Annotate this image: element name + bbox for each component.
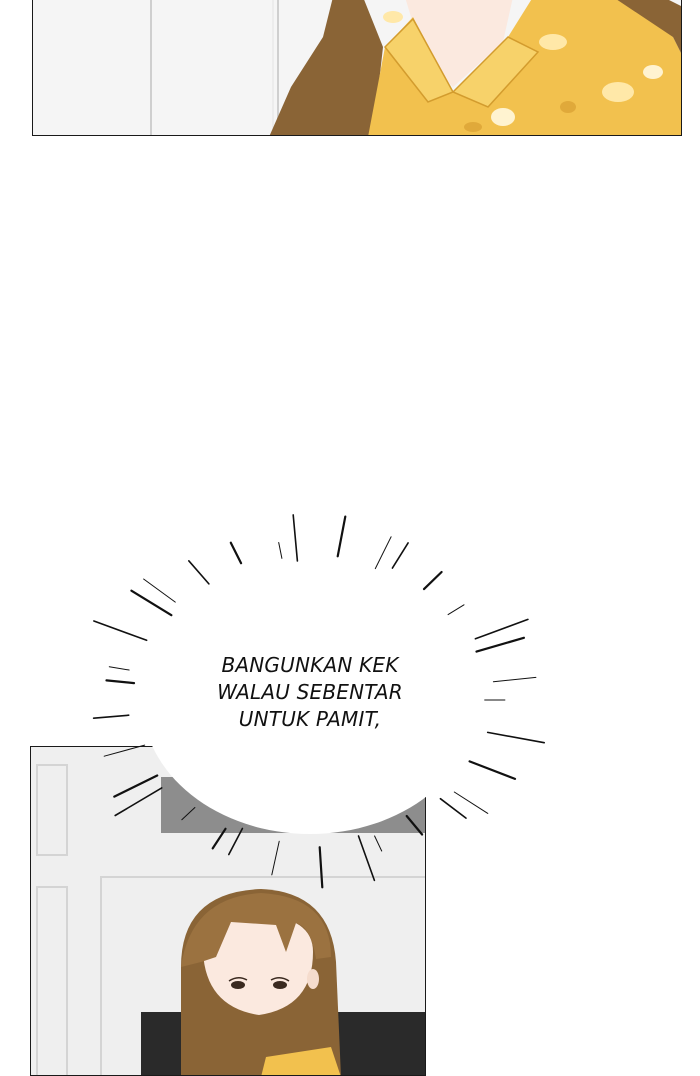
speech-bubble-text: BANGUNKAN KEK WALAU SEBENTAR UNTUK PAMIT… (190, 652, 430, 733)
burst-line (474, 618, 529, 640)
burst-line (336, 515, 347, 558)
burst-line (181, 807, 196, 821)
burst-line (211, 827, 227, 850)
burst-line (391, 542, 409, 569)
burst-line (92, 714, 130, 720)
speech-line-3: UNTUK PAMIT, (238, 707, 382, 731)
burst-line (105, 679, 136, 685)
burst-line (103, 744, 146, 757)
burst-line (439, 797, 467, 819)
burst-line (278, 542, 283, 559)
burst-line (374, 835, 383, 852)
burst-line (143, 578, 176, 603)
burst-line (113, 774, 159, 798)
burst-line (292, 514, 299, 562)
burst-line (405, 814, 424, 836)
burst-line (453, 791, 489, 814)
speech-line-1: BANGUNKAN KEK (221, 653, 399, 677)
burst-line (318, 846, 324, 889)
burst-line (271, 840, 280, 876)
burst-line (108, 666, 130, 671)
burst-line (468, 760, 517, 781)
burst-line (357, 835, 376, 882)
burst-line (228, 827, 244, 856)
burst-line (93, 620, 148, 642)
burst-line (492, 676, 537, 683)
burst-line (374, 536, 392, 570)
burst-line (475, 636, 526, 653)
burst-line (447, 604, 465, 616)
burst-line (422, 570, 443, 591)
speech-burst (92, 514, 546, 889)
burst-line (188, 559, 210, 585)
burst-line (229, 541, 243, 565)
speech-line-2: WALAU SEBENTAR (217, 680, 403, 704)
burst-line (486, 731, 546, 744)
